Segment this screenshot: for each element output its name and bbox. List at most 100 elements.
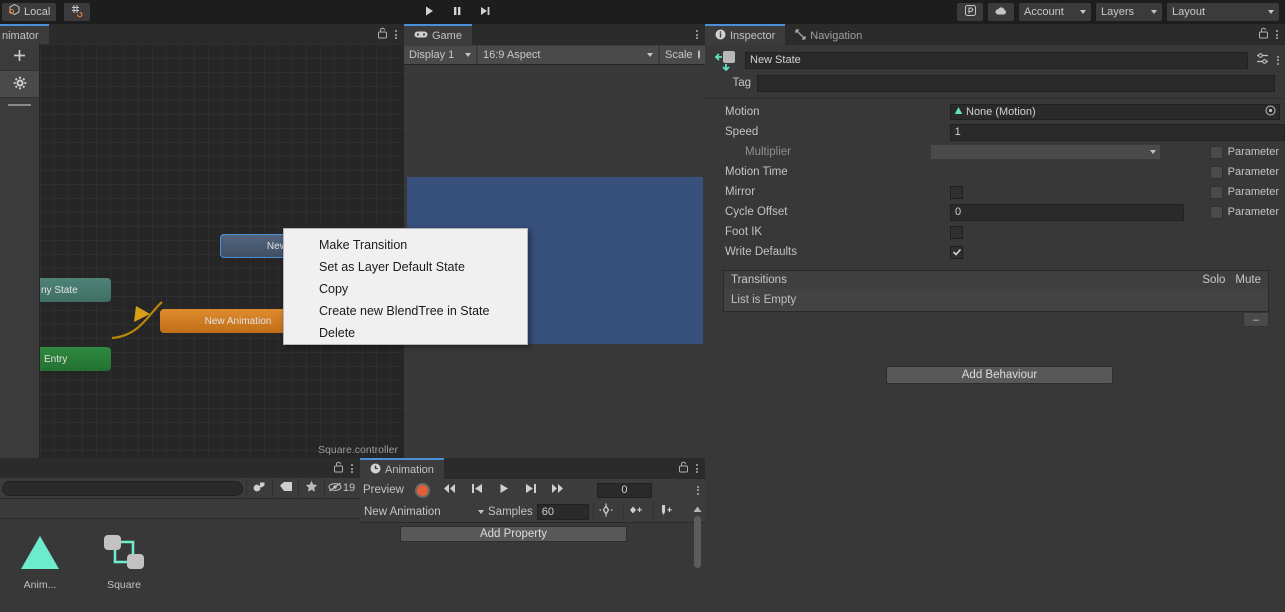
current-frame-input[interactable]: 0 [596, 482, 652, 498]
state-node-entry[interactable]: Entry [40, 347, 111, 371]
collab-button[interactable] [957, 3, 983, 21]
play-animation-button[interactable] [491, 480, 517, 500]
tag-row: Tag [705, 72, 1285, 94]
scrollbar-thumb[interactable] [694, 516, 701, 568]
multiplier-parameter-toggle[interactable]: Parameter [1209, 145, 1285, 159]
mirror-checkbox[interactable] [950, 185, 963, 199]
tab-animator[interactable]: nimator [0, 24, 49, 45]
animation-clip-icon [17, 532, 63, 575]
layers-dropdown[interactable]: Layers [1096, 3, 1162, 21]
preview-toggle[interactable]: Preview [363, 484, 409, 496]
object-picker-icon[interactable] [1265, 105, 1276, 119]
add-layer-button[interactable] [0, 44, 39, 71]
display-label: Display 1 [409, 48, 455, 61]
add-key-button[interactable] [622, 501, 649, 522]
remove-transition-button[interactable]: – [1243, 312, 1269, 327]
add-event-button[interactable] [652, 501, 679, 522]
motion-time-parameter-toggle[interactable]: Parameter [1209, 165, 1285, 179]
layer-weight-slider[interactable] [8, 104, 31, 106]
samples-input[interactable]: 60 [536, 503, 589, 520]
filter-by-type-button[interactable] [246, 478, 272, 498]
scale-slider[interactable]: Scale [660, 45, 705, 64]
filter-by-label-button[interactable] [272, 478, 298, 498]
star-icon [305, 480, 318, 496]
foot-ik-checkbox[interactable] [950, 225, 963, 239]
next-keyframe-button[interactable] [518, 480, 544, 500]
add-keyframe-plus-icon [628, 503, 644, 520]
project-asset-grid[interactable]: Anim... Square [0, 520, 360, 612]
scroll-up-arrow-icon[interactable] [693, 504, 702, 516]
preset-icon[interactable] [1254, 52, 1271, 68]
display-dropdown[interactable]: Display 1 [404, 45, 476, 64]
play-button[interactable] [416, 3, 442, 21]
tag-input[interactable] [757, 74, 1275, 92]
parameter-label: Parameter [1227, 186, 1279, 198]
lock-icon[interactable] [377, 27, 388, 42]
account-dropdown[interactable]: Account [1019, 3, 1091, 21]
motion-object-field[interactable]: None (Motion) [950, 104, 1280, 120]
cycle-offset-input[interactable]: 0 [950, 203, 1184, 221]
write-defaults-checkbox[interactable] [950, 245, 963, 259]
add-property-button[interactable]: Add Property [400, 526, 627, 542]
add-keyframe-button[interactable] [592, 501, 619, 522]
aspect-dropdown[interactable]: 16:9 Aspect [478, 45, 658, 64]
speed-input[interactable]: 1 [949, 123, 1285, 141]
tab-game[interactable]: Game [404, 24, 472, 45]
tab-animation[interactable]: Animation [360, 458, 444, 479]
multiplier-dropdown[interactable] [930, 144, 1161, 160]
tab-navigation[interactable]: Navigation [785, 24, 873, 45]
first-frame-button[interactable] [437, 480, 463, 500]
prev-keyframe-button[interactable] [464, 480, 490, 500]
cycle-offset-parameter-toggle[interactable]: Parameter [1209, 205, 1285, 219]
parameter-checkbox[interactable] [1209, 165, 1223, 179]
animation-scrollbar[interactable] [692, 506, 703, 610]
samples-label: Samples [488, 505, 533, 518]
lock-icon[interactable] [333, 461, 344, 476]
project-menu-icon[interactable] [351, 464, 353, 473]
asset-item-square[interactable]: Square [92, 532, 156, 612]
animation-menu-icon[interactable] [696, 464, 698, 473]
project-search-row: 19 [0, 478, 360, 499]
parameter-checkbox[interactable] [1209, 205, 1223, 219]
hidden-assets-count[interactable]: 19 [324, 478, 358, 498]
mirror-parameter-toggle[interactable]: Parameter [1209, 185, 1285, 199]
cloud-button[interactable] [988, 3, 1014, 21]
context-menu-item-create-blendtree[interactable]: Create new BlendTree in State [284, 300, 527, 322]
search-input[interactable] [2, 480, 243, 496]
pivot-rotation-button[interactable]: Local [2, 3, 57, 22]
favorites-button[interactable] [298, 478, 324, 498]
context-menu-item-delete[interactable]: Delete [284, 322, 527, 344]
state-name-input[interactable]: New State [745, 51, 1248, 69]
context-menu-item-copy[interactable]: Copy [284, 278, 527, 300]
last-frame-button[interactable] [545, 480, 571, 500]
tab-inspector[interactable]: Inspector [705, 24, 786, 45]
inspector-menu-icon[interactable] [1276, 30, 1278, 39]
eye-crossed-icon [328, 482, 342, 495]
animator-menu-icon[interactable] [395, 30, 397, 39]
snap-grid-button[interactable] [64, 3, 91, 21]
inspector-panel: Inspector Navigation New State Tag Motio… [705, 24, 1285, 458]
record-button[interactable] [410, 480, 436, 500]
state-context-menu[interactable]: Make Transition Set as Layer Default Sta… [283, 228, 528, 345]
context-menu-item-set-default-state[interactable]: Set as Layer Default State [284, 256, 527, 278]
step-button[interactable] [472, 3, 498, 21]
game-menu-icon[interactable] [696, 30, 698, 39]
layout-dropdown[interactable]: Layout [1167, 3, 1279, 21]
component-menu-icon[interactable] [1277, 55, 1279, 65]
asset-item-animation[interactable]: Anim... [8, 532, 72, 612]
animation-options-icon[interactable] [697, 485, 699, 495]
local-pivot-icon [8, 3, 21, 22]
state-node-any-state[interactable]: ny State [40, 278, 111, 302]
play-icon [423, 5, 435, 20]
clip-dropdown[interactable]: New Animation [364, 504, 484, 520]
parameter-checkbox[interactable] [1209, 145, 1223, 159]
parameter-checkbox[interactable] [1209, 185, 1223, 199]
layer-settings-button[interactable] [0, 71, 39, 98]
inspector-tabbar: Inspector Navigation [705, 24, 1285, 45]
pause-button[interactable] [444, 3, 470, 21]
add-behaviour-button[interactable]: Add Behaviour [886, 366, 1113, 384]
lock-icon[interactable] [1258, 27, 1269, 42]
lock-icon[interactable] [678, 461, 689, 476]
context-menu-item-make-transition[interactable]: Make Transition [284, 234, 527, 256]
mirror-label: Mirror [725, 186, 756, 198]
